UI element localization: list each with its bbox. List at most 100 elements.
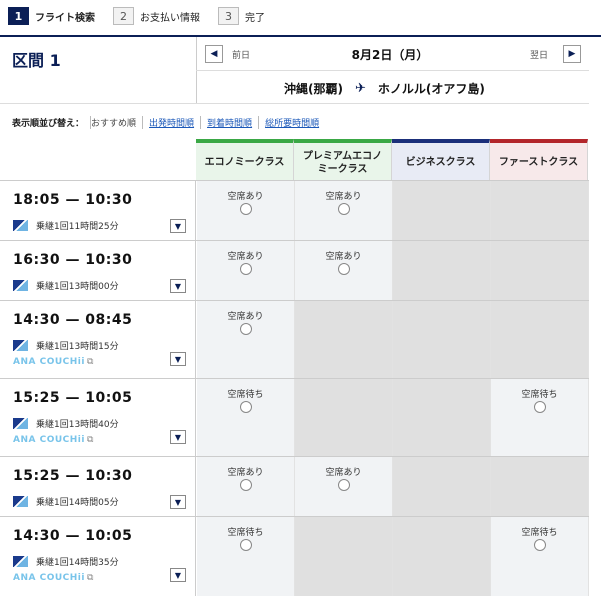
connection-info: 乗継1回13時間00分 [13,279,119,292]
prev-day-label[interactable]: 前日 [232,48,250,61]
seat-status: 空席あり [325,252,362,262]
seat-cell [393,241,491,300]
cabin-header-1: プレミアムエコノミークラス [294,139,392,180]
expand-details-button[interactable]: ▼ [170,219,186,233]
seat-status: 空席あり [227,252,264,262]
seat-cell[interactable]: 空席待ち [491,379,589,456]
select-fare-radio[interactable] [240,539,252,551]
connection-info: 乗継1回11時間25分 [13,219,119,232]
flight-info: 16:30 — 10:30 乗継1回13時間00分 ▼ [0,241,196,300]
select-fare-radio[interactable] [338,479,350,491]
step-number: 2 [113,7,134,25]
flight-times: 14:30 — 08:45 [13,312,133,328]
cabin-class-headers: エコノミークラス プレミアムエコノミークラス ビジネスクラス ファーストクラス [196,139,588,180]
origin-airport: 沖縄(那覇) [284,82,343,96]
section-title: 区間 1 [12,51,61,70]
sort-by-arrival[interactable]: 到着時間順 [200,116,258,129]
seat-cell [393,301,491,378]
connection-info: 乗継1回14時間05分 [13,495,119,508]
expand-details-button[interactable]: ▼ [170,495,186,509]
flight-info: 15:25 — 10:30 乗継1回14時間05分 ▼ [0,457,196,516]
connection-text: 乗継1回13時間15分 [36,342,119,352]
seat-cell [491,241,589,300]
seat-cell [491,301,589,378]
cabin-header-0: エコノミークラス [196,139,294,180]
select-fare-radio[interactable] [338,263,350,275]
cabin-header-3: ファーストクラス [490,139,588,180]
select-fare-radio[interactable] [240,203,252,215]
seat-cell[interactable]: 空席あり [295,241,393,300]
step-number: 3 [218,7,239,25]
step-label: 完了 [245,12,265,24]
expand-details-button[interactable]: ▼ [170,352,186,366]
seat-status: 空席あり [325,192,362,202]
seat-status: 空席あり [227,192,264,202]
chevron-down-icon: ▼ [174,221,182,231]
seat-cell[interactable]: 空席あり [295,181,393,240]
select-fare-radio[interactable] [240,323,252,335]
seat-cell[interactable]: 空席あり [197,301,295,378]
select-fare-radio[interactable] [534,401,546,413]
select-fare-radio[interactable] [240,401,252,413]
seat-cell[interactable]: 空席あり [295,457,393,516]
next-day-label[interactable]: 翌日 [530,48,548,61]
seat-status: 空席あり [227,468,264,478]
seat-cell[interactable]: 空席待ち [197,379,295,456]
flight-row: 15:25 — 10:05 乗継1回13時間40分 ANA COUCHii ⧉ ▼ 空席待… [0,378,589,456]
step-flight-search: 1 フライト検索 [8,7,95,25]
destination-airport: ホノルル(オアフ島) [377,82,485,96]
couchii-link[interactable]: ANA COUCHii ⧉ [13,357,94,367]
prev-day-button[interactable]: ◀ [205,45,223,63]
header-divider-horizontal [196,70,589,71]
expand-details-button[interactable]: ▼ [170,568,186,582]
airplane-icon: ✈ [354,81,366,96]
external-link-icon: ⧉ [86,435,94,445]
select-fare-radio[interactable] [534,539,546,551]
step-complete: 3 完了 [218,7,265,25]
flight-info: 15:25 — 10:05 乗継1回13時間40分 ANA COUCHii ⧉ ▼ [0,379,196,456]
next-day-button[interactable]: ▶ [563,45,581,63]
select-fare-radio[interactable] [240,479,252,491]
seat-cell[interactable]: 空席あり [197,181,295,240]
seat-cell[interactable]: 空席あり [197,241,295,300]
step-payment: 2 お支払い情報 [113,7,200,25]
seat-status: 空席待ち [227,528,264,538]
flight-times: 14:30 — 10:05 [13,528,133,544]
connection-text: 乗継1回11時間25分 [36,222,119,232]
seat-status: 空席待ち [521,528,558,538]
flight-row: 15:25 — 10:30 乗継1回14時間05分 ▼ 空席あり 空席あり [0,456,589,516]
seat-status: 空席あり [227,312,264,322]
seat-cell[interactable]: 空席待ち [491,517,589,596]
select-fare-radio[interactable] [240,263,252,275]
flight-info: 18:05 — 10:30 乗継1回11時間25分 ▼ [0,181,196,240]
flight-row: 16:30 — 10:30 乗継1回13時間00分 ▼ 空席あり 空席あり [0,240,589,300]
seat-status: 空席待ち [521,390,558,400]
couchii-label: ANA COUCHii [13,357,85,367]
sort-by-departure[interactable]: 出発時間順 [142,116,200,129]
flight-row: 14:30 — 08:45 乗継1回13時間15分 ANA COUCHii ⧉ ▼ 空席あ… [0,300,589,378]
seat-cell [393,181,491,240]
seat-cell[interactable]: 空席あり [197,457,295,516]
seat-cell [393,457,491,516]
chevron-down-icon: ▼ [174,281,182,291]
select-fare-radio[interactable] [338,203,350,215]
sort-by-duration[interactable]: 総所要時間順 [258,116,325,129]
airline-logo-icon [13,556,28,567]
sort-caption: 表示順並び替え： [12,119,85,129]
connection-info: 乗継1回14時間35分 [13,555,119,568]
expand-details-button[interactable]: ▼ [170,279,186,293]
airline-logo-icon [13,418,28,429]
external-link-icon: ⧉ [86,573,94,583]
connection-text: 乗継1回13時間00分 [36,282,119,292]
chevron-down-icon: ▼ [174,432,182,442]
couchii-link[interactable]: ANA COUCHii ⧉ [13,573,94,583]
couchii-link[interactable]: ANA COUCHii ⧉ [13,435,94,445]
airline-logo-icon [13,340,28,351]
header-divider [0,35,601,37]
seat-cell [491,457,589,516]
expand-details-button[interactable]: ▼ [170,430,186,444]
seat-cell [393,379,491,456]
couchii-label: ANA COUCHii [13,435,85,445]
couchii-label: ANA COUCHii [13,573,85,583]
seat-cell[interactable]: 空席待ち [197,517,295,596]
